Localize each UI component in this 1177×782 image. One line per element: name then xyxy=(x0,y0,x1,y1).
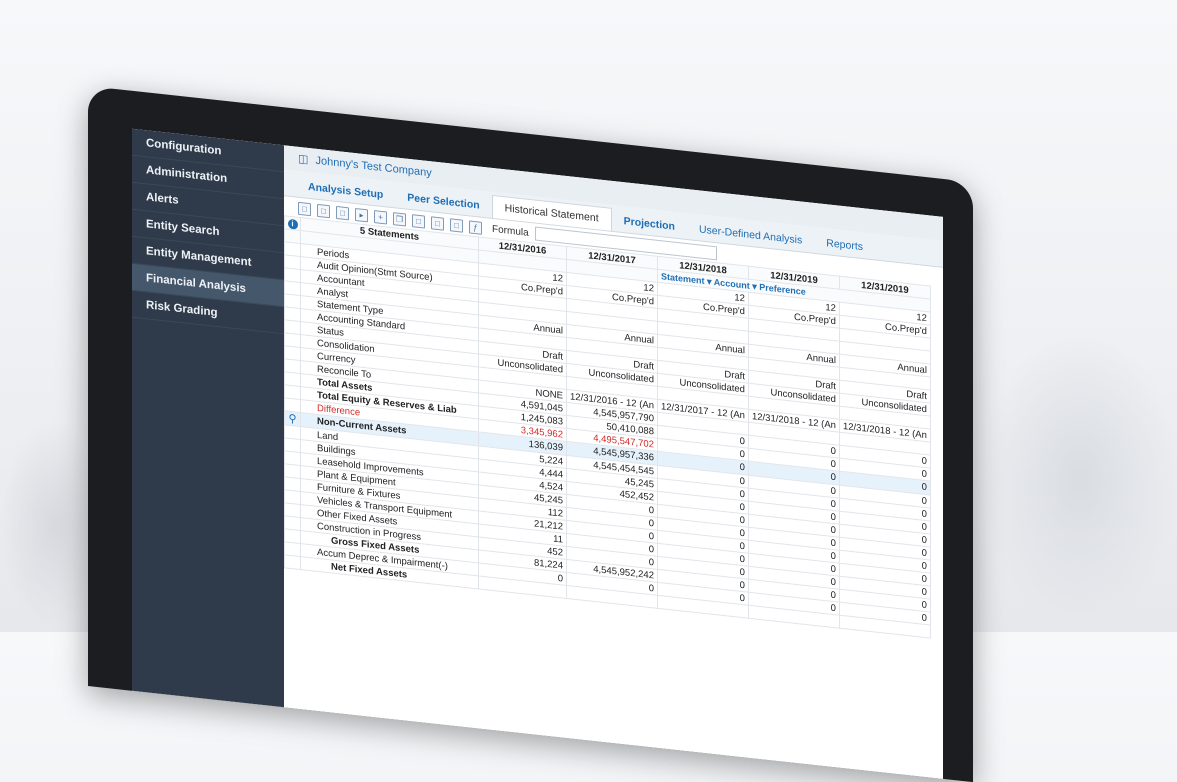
formula-icon[interactable]: ƒ xyxy=(469,219,482,235)
play-icon[interactable]: ▸ xyxy=(355,207,368,222)
statement-rows: Periods 12 12 12 12 12 Audit Opinion(Stmt Sour… xyxy=(284,241,931,639)
save-icon[interactable]: □ xyxy=(298,201,311,216)
new-document-icon[interactable]: + xyxy=(374,209,387,224)
copy-icon[interactable]: ❐ xyxy=(393,211,406,227)
org-chart-icon: ◫ xyxy=(298,152,309,166)
image-icon[interactable]: □ xyxy=(336,205,349,220)
background-blur xyxy=(980,330,1177,630)
document-icon[interactable]: □ xyxy=(431,215,444,231)
calendar-icon[interactable]: □ xyxy=(450,217,463,233)
main-panel: ◫ Johnny's Test Company Analysis Setup P… xyxy=(284,145,943,779)
formula-label: Formula xyxy=(492,223,529,239)
print-icon[interactable]: □ xyxy=(317,203,330,218)
search-icon[interactable]: ⚲ xyxy=(288,413,296,426)
app-screen: Configuration Administration Alerts Enti… xyxy=(132,128,943,779)
statement-grid: i 5 Statements 12/31/2016 12/31/2017 12/… xyxy=(284,215,943,779)
monitor-frame: Configuration Administration Alerts Enti… xyxy=(88,86,973,782)
info-icon[interactable]: i xyxy=(287,218,298,230)
paste-icon[interactable]: □ xyxy=(412,213,425,229)
sidebar: Configuration Administration Alerts Enti… xyxy=(132,128,284,708)
statement-table: i 5 Statements 12/31/2016 12/31/2017 12/… xyxy=(284,215,931,639)
